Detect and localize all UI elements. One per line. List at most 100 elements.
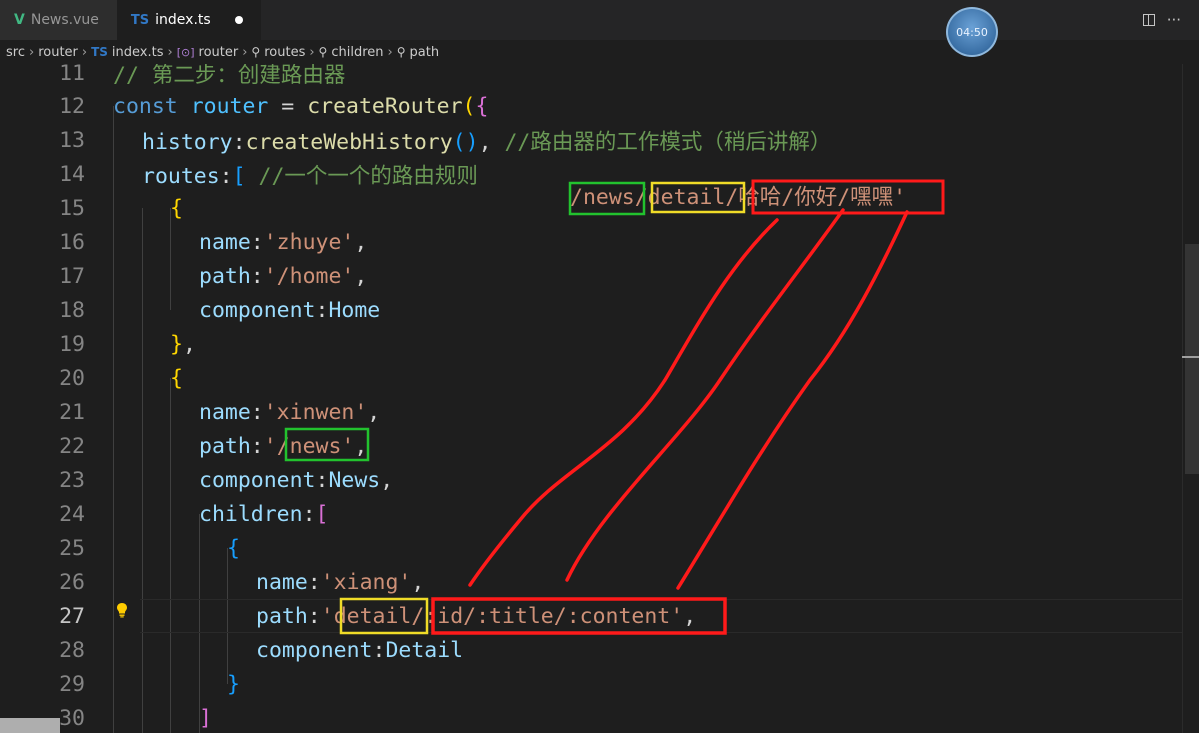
comment: //一个一个的路由规则: [245, 163, 478, 189]
crumb-label: routes: [264, 44, 306, 60]
line-number: 13: [59, 127, 85, 153]
identifier: router: [190, 93, 269, 119]
code-text: routes:[ //一个一个的路由规则: [142, 159, 478, 190]
code-text: children:[: [199, 502, 328, 527]
property: component: [199, 467, 316, 493]
keyword: const: [113, 93, 178, 119]
crumb-label: path: [409, 44, 440, 60]
punct: ,: [367, 399, 381, 425]
function-name: createWebHistory: [245, 129, 453, 155]
string: /news: [276, 433, 342, 459]
timer-badge: 04:50: [946, 7, 998, 57]
url-example-text: /news/detail/哈哈/你好/嘿嘿': [570, 180, 906, 211]
cursor-overview-marker: [1182, 356, 1199, 358]
string: /:id/:title/:content': [411, 603, 684, 629]
string: ': [320, 603, 334, 629]
code-line-24: 24 children:[: [0, 497, 1182, 531]
punct: ,: [182, 331, 196, 357]
punct: ,: [683, 603, 697, 629]
crumb-label: router: [198, 44, 239, 60]
identifier: Detail: [385, 637, 464, 663]
more-actions-icon[interactable]: ···: [1167, 11, 1181, 29]
code-text: name:'zhuye',: [199, 230, 367, 255]
url-segment-news: /news: [570, 185, 635, 210]
horizontal-scrollbar-thumb[interactable]: [0, 718, 60, 733]
property-wrench-icon: ⚲: [251, 45, 261, 59]
identifier: Home: [328, 297, 381, 323]
vue-file-icon: V: [14, 12, 25, 28]
line-number: 21: [59, 399, 85, 425]
property: name: [199, 399, 251, 425]
punct: ,: [354, 263, 368, 289]
property: path: [256, 603, 308, 629]
code-line-16: 16 name:'zhuye',: [0, 225, 1182, 259]
crumb-label: index.ts: [111, 44, 164, 60]
breadcrumb: src › router › TS index.ts › [⊙] router › …: [0, 40, 1199, 64]
code-line-21: 21 name:'xinwen',: [0, 395, 1182, 429]
url-segment-detail: /detail: [634, 185, 726, 210]
line-number: 16: [59, 229, 85, 255]
code-line-26: 26 name:'xiang',: [0, 565, 1182, 599]
property: name: [256, 569, 308, 595]
breadcrumb-src[interactable]: src: [6, 45, 25, 60]
code-text: name:'xinwen',: [199, 400, 380, 425]
code-line-25: 25 {: [0, 531, 1182, 565]
punct: :: [315, 297, 329, 323]
chevron-right-icon: ›: [309, 44, 315, 60]
bracket: {: [227, 535, 240, 561]
line-number: 11: [59, 64, 85, 86]
string: 'xiang': [320, 569, 412, 595]
code-line-29: 29 }: [0, 667, 1182, 701]
property: path: [199, 433, 251, 459]
scrollbar-thumb[interactable]: [1185, 244, 1199, 474]
code-editor[interactable]: 11 // 第二步：创建路由器 12 const router = create…: [0, 64, 1182, 733]
breadcrumb-router-folder[interactable]: router: [38, 45, 78, 60]
code-line-22: 22 path:'/news',: [0, 429, 1182, 463]
breadcrumb-path[interactable]: ⚲ path: [397, 45, 439, 60]
property: component: [256, 637, 373, 663]
identifier: News: [328, 467, 381, 493]
line-number: 27: [59, 603, 85, 629]
line-number: 23: [59, 467, 85, 493]
editor-tab-bar: V News.vue TS index.ts ···: [0, 0, 1199, 40]
breadcrumb-index-ts[interactable]: TS index.ts: [91, 45, 163, 60]
property: history: [142, 129, 233, 155]
vertical-scrollbar[interactable]: [1182, 64, 1199, 733]
comment: // 第二步：创建路由器: [113, 64, 346, 88]
bracket: {: [475, 93, 489, 119]
operator: =: [268, 93, 308, 119]
function-name: createRouter: [307, 93, 463, 119]
vscode-window: V News.vue TS index.ts ··· 04:50 src › r…: [0, 0, 1199, 733]
string: detail: [333, 603, 412, 629]
breadcrumb-routes[interactable]: ⚲ routes: [251, 45, 305, 60]
code-text: },: [170, 332, 196, 357]
breadcrumb-router-symbol[interactable]: [⊙] router: [177, 45, 239, 60]
string: '/home': [263, 263, 355, 289]
property: path: [199, 263, 251, 289]
unsaved-dot-icon[interactable]: [234, 16, 243, 24]
bracket: (: [462, 93, 476, 119]
tab-news-vue[interactable]: V News.vue: [0, 0, 117, 40]
chevron-right-icon: ›: [81, 44, 88, 60]
property: component: [199, 297, 316, 323]
ts-file-icon: TS: [91, 45, 108, 59]
code-text: component:News,: [199, 468, 393, 493]
line-number: 29: [59, 671, 85, 697]
bracket: (): [452, 129, 479, 155]
breadcrumb-children[interactable]: ⚲ children: [319, 45, 384, 60]
bracket: [: [232, 163, 246, 189]
punct: :: [307, 603, 321, 629]
chevron-right-icon: ›: [242, 44, 248, 60]
tab-label: index.ts: [155, 12, 211, 28]
line-number: 14: [59, 161, 85, 187]
bracket: }: [170, 331, 183, 357]
url-segment-params: /哈哈/你好/嘿嘿': [725, 185, 907, 210]
lightbulb-icon[interactable]: [115, 601, 129, 619]
crumb-label: router: [38, 44, 78, 60]
bracket: [: [315, 501, 329, 527]
property-wrench-icon: ⚲: [396, 45, 406, 59]
code-text: name:'xiang',: [256, 570, 424, 595]
split-editor-icon[interactable]: [1142, 14, 1155, 26]
code-text: const router = createRouter({: [113, 94, 488, 119]
tab-index-ts[interactable]: TS index.ts: [116, 0, 261, 40]
